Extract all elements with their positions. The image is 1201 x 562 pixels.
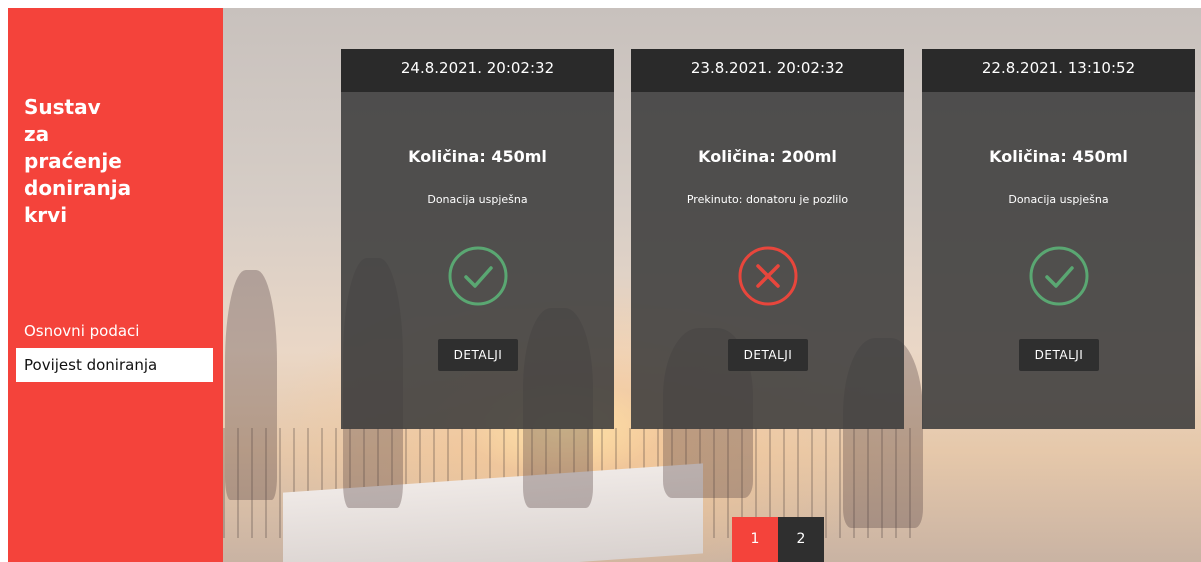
- app-title-line: doniranja: [24, 176, 132, 200]
- donation-amount: Količina: 450ml: [989, 147, 1128, 166]
- page-button-2[interactable]: 2: [778, 517, 824, 562]
- donation-status: Prekinuto: donatoru je pozlilo: [686, 193, 849, 206]
- background-person: [225, 270, 277, 500]
- donation-card: 22.8.2021. 13:10:52 Količina: 450ml Dona…: [922, 49, 1195, 429]
- donation-amount: Količina: 200ml: [698, 147, 837, 166]
- check-circle-icon: [1029, 246, 1089, 306]
- x-circle-icon: [738, 246, 798, 306]
- check-circle-icon: [448, 246, 508, 306]
- details-button[interactable]: DETALJI: [438, 339, 518, 371]
- page-button-1[interactable]: 1: [732, 517, 778, 562]
- donation-datetime: 22.8.2021. 13:10:52: [922, 49, 1195, 92]
- main-content: 24.8.2021. 20:02:32 Količina: 450ml Dona…: [223, 8, 1201, 562]
- donation-card: 23.8.2021. 20:02:32 Količina: 200ml Prek…: [631, 49, 904, 429]
- nav-item-povijest-doniranja[interactable]: Povijest doniranja: [16, 348, 213, 382]
- donation-status: Donacija uspješna: [1008, 193, 1109, 206]
- app-title-line: Sustav: [24, 95, 101, 119]
- donation-datetime: 23.8.2021. 20:02:32: [631, 49, 904, 92]
- nav-item-osnovni-podaci[interactable]: Osnovni podaci: [8, 314, 223, 348]
- app-title-line: krvi: [24, 203, 68, 227]
- donation-card: 24.8.2021. 20:02:32 Količina: 450ml Dona…: [341, 49, 614, 429]
- donation-status: Donacija uspješna: [427, 193, 528, 206]
- donation-amount: Količina: 450ml: [408, 147, 547, 166]
- details-button[interactable]: DETALJI: [1019, 339, 1099, 371]
- donation-datetime: 24.8.2021. 20:02:32: [341, 49, 614, 92]
- app-title: Sustav za praćenje doniranja krvi: [24, 94, 214, 229]
- pagination: 1 2: [732, 517, 824, 562]
- details-button[interactable]: DETALJI: [728, 339, 808, 371]
- sidebar-nav: Osnovni podaci Povijest doniranja: [8, 314, 223, 382]
- app-title-line: za: [24, 122, 50, 146]
- app-title-line: praćenje: [24, 149, 122, 173]
- app-frame: Sustav za praćenje doniranja krvi Osnovn…: [8, 8, 1201, 562]
- sidebar: Sustav za praćenje doniranja krvi Osnovn…: [8, 8, 223, 562]
